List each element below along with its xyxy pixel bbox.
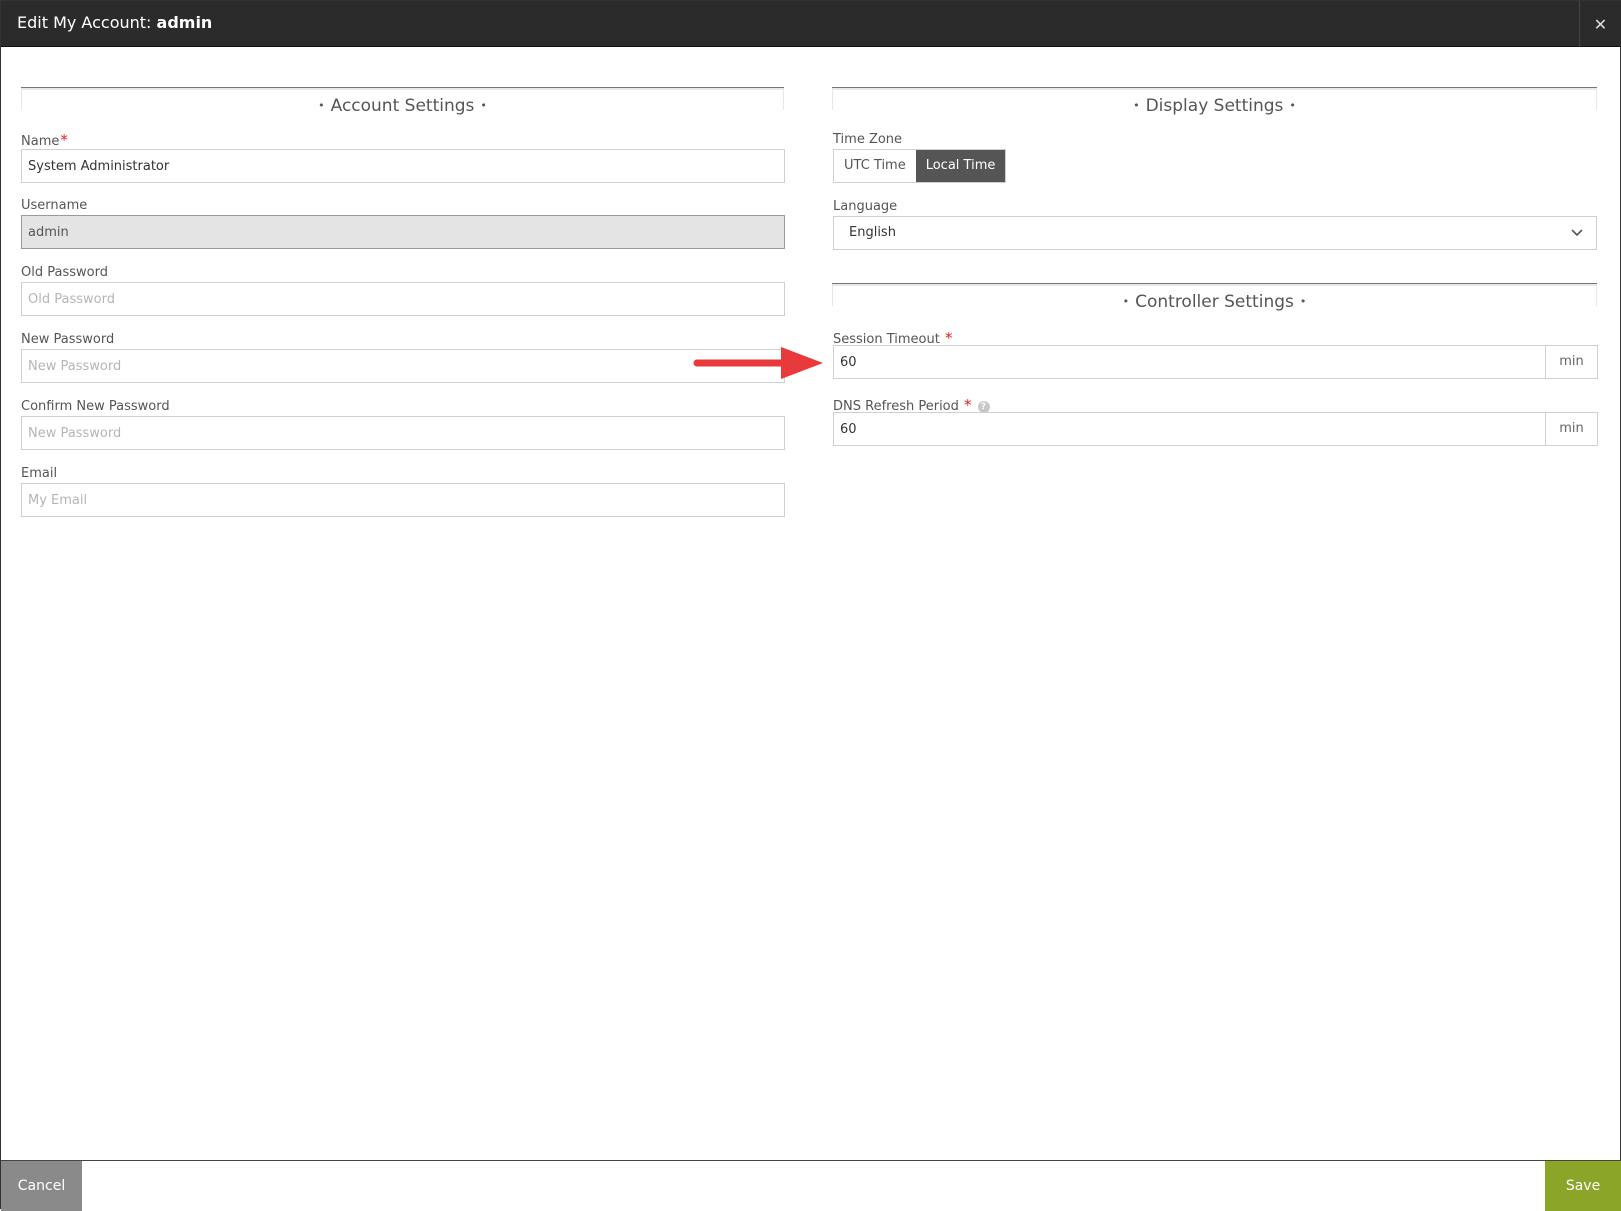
display-settings-heading: • Display Settings •	[832, 87, 1597, 116]
dialog-titlebar: Edit My Account: admin ✕	[1, 1, 1621, 47]
cancel-button[interactable]: Cancel	[1, 1161, 82, 1211]
session-timeout-input[interactable]	[833, 345, 1546, 379]
username-label: Username	[21, 198, 88, 213]
name-label: Name*	[21, 131, 68, 149]
new-password-input[interactable]	[21, 349, 785, 383]
timezone-option-utc[interactable]: UTC Time	[834, 150, 916, 182]
controller-settings-heading: • Controller Settings •	[832, 283, 1597, 312]
username-input	[21, 215, 785, 249]
old-password-label: Old Password	[21, 265, 108, 280]
email-input[interactable]	[21, 483, 785, 517]
old-password-input[interactable]	[21, 282, 785, 316]
display-settings-title: Display Settings	[1145, 96, 1284, 116]
language-label: Language	[833, 199, 898, 214]
controller-settings-title: Controller Settings	[1135, 292, 1294, 312]
required-icon: *	[60, 131, 68, 149]
account-settings-title: Account Settings	[330, 96, 475, 116]
confirm-password-input[interactable]	[21, 416, 785, 450]
language-selected-value: English	[849, 225, 896, 240]
session-timeout-unit: min	[1546, 345, 1598, 379]
close-icon: ✕	[1593, 14, 1608, 34]
dialog-title-username: admin	[156, 13, 213, 32]
save-button[interactable]: Save	[1545, 1161, 1621, 1211]
name-input[interactable]	[21, 149, 785, 183]
dialog-title: Edit My Account: admin	[17, 13, 212, 32]
language-select[interactable]: English	[833, 216, 1597, 250]
dns-refresh-unit: min	[1546, 412, 1598, 446]
new-password-label: New Password	[21, 332, 115, 347]
dns-refresh-input[interactable]	[833, 412, 1546, 446]
dialog-footer: Cancel Save	[1, 1160, 1621, 1211]
timezone-option-local[interactable]: Local Time	[915, 150, 1006, 182]
close-button[interactable]: ✕	[1579, 1, 1621, 47]
annotation-arrow-icon	[693, 347, 823, 379]
email-label: Email	[21, 466, 58, 481]
dialog-title-prefix: Edit My Account:	[17, 13, 157, 32]
timezone-label: Time Zone	[833, 132, 903, 147]
edit-account-dialog: Edit My Account: admin ✕ • Account Settin…	[0, 0, 1621, 1211]
confirm-password-label: Confirm New Password	[21, 399, 170, 414]
timezone-toggle: UTC Time Local Time	[833, 149, 1007, 183]
account-settings-heading: • Account Settings •	[21, 87, 784, 116]
chevron-down-icon	[1570, 217, 1584, 262]
